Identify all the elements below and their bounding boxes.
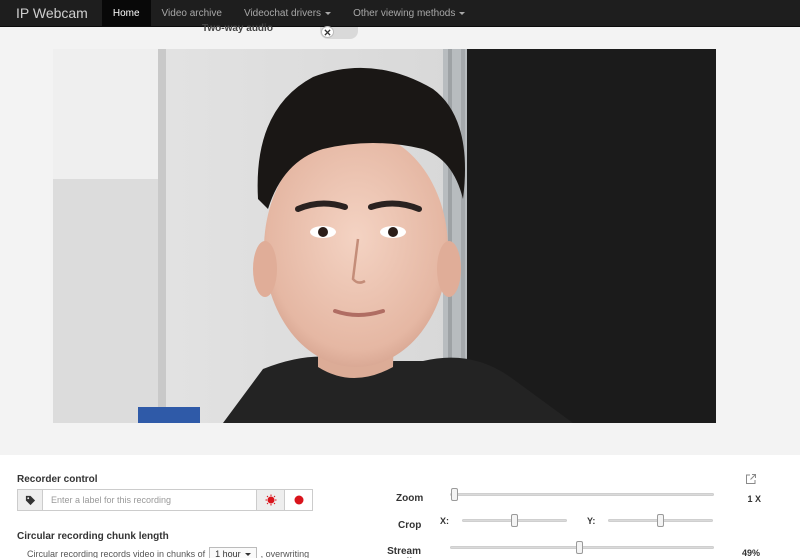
chevron-down-icon <box>325 11 332 15</box>
chevron-down-icon <box>244 553 251 557</box>
nav-item-other-viewing-methods[interactable]: Other viewing methods <box>342 0 476 26</box>
external-link-icon[interactable] <box>745 473 757 485</box>
stream-quality-slider-thumb[interactable] <box>576 541 583 554</box>
zoom-label: Zoom <box>396 493 424 504</box>
motion-record-button[interactable] <box>256 490 284 510</box>
record-button[interactable] <box>284 490 312 510</box>
crop-y-label: Y: <box>587 516 596 526</box>
crop-x-slider[interactable] <box>462 514 567 527</box>
stream-quality-label: Stream quality <box>387 546 421 558</box>
nav-item-home[interactable]: Home <box>101 0 151 26</box>
tag-addon <box>18 490 43 510</box>
recording-label-group <box>17 489 313 511</box>
nav-item-label: Videochat drivers <box>243 8 322 19</box>
crop-x-label: X: <box>440 516 449 526</box>
tag-icon <box>25 495 35 505</box>
crop-label: Crop <box>398 520 422 531</box>
camera-frame-image <box>53 49 716 423</box>
zoom-value: 1 X <box>747 494 761 504</box>
crop-y-slider[interactable] <box>608 514 713 527</box>
brand[interactable]: IP Webcam <box>0 0 102 26</box>
motion-record-icon <box>265 494 276 506</box>
microphone-off-icon <box>324 28 331 36</box>
chevron-down-icon <box>459 11 466 15</box>
navbar: IP Webcam Home Video archive Videochat d… <box>0 0 800 27</box>
record-icon <box>294 495 303 505</box>
crop-y-slider-thumb[interactable] <box>657 514 664 527</box>
recording-label-input[interactable] <box>43 490 256 510</box>
chunk-length-select[interactable]: 1 hour <box>209 547 257 558</box>
nav-item-label: Other viewing methods <box>353 8 456 19</box>
nav-menu: Home Video archive Videochat drivers Oth… <box>101 0 476 26</box>
nav-item-label: Video archive <box>161 8 222 19</box>
nav-item-label: Home <box>112 8 140 19</box>
video-stream[interactable] <box>53 49 716 423</box>
chunk-text-before: Circular recording records video in chun… <box>27 549 206 558</box>
recorder-control-title: Recorder control <box>17 474 98 485</box>
zoom-slider[interactable] <box>450 488 714 501</box>
two-way-audio-toggle[interactable] <box>320 26 358 39</box>
toggle-knob[interactable] <box>321 26 334 38</box>
stream-quality-value: 49% <box>741 548 760 558</box>
chunk-text-after: , overwriting <box>260 549 310 558</box>
two-way-audio-label: Two-way audio <box>202 23 273 34</box>
chunk-description: Circular recording records video in chun… <box>27 547 309 558</box>
stream-quality-slider[interactable] <box>450 541 714 554</box>
zoom-slider-thumb[interactable] <box>451 488 458 501</box>
chunk-selected-value: 1 hour <box>215 549 241 558</box>
chunk-length-title: Circular recording chunk length <box>17 531 169 542</box>
crop-x-slider-thumb[interactable] <box>511 514 518 527</box>
